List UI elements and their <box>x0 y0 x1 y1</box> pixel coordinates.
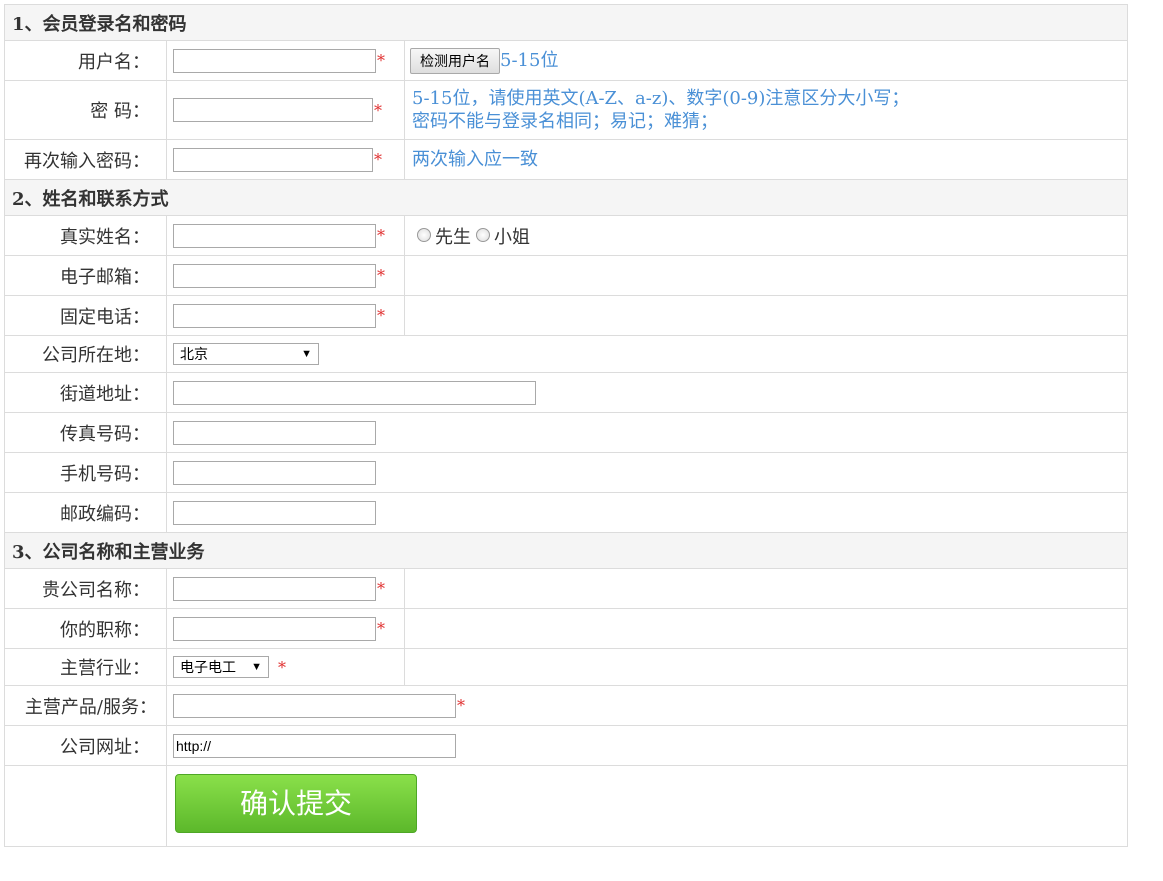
company-location-select[interactable]: 北京 ▼ <box>173 343 319 365</box>
industry-required-mark: * <box>278 657 286 677</box>
password-input[interactable] <box>173 98 373 122</box>
company-name-input[interactable] <box>173 576 376 601</box>
dropdown-arrow-icon: ▼ <box>301 348 312 360</box>
company-location-value: 北京 <box>180 346 208 362</box>
phone-cell: * <box>166 295 405 336</box>
submit-cell: 确认提交 <box>166 765 1128 847</box>
username-label: 用户名： <box>4 40 167 81</box>
gender-cell: 先生 小姐 <box>404 215 1128 256</box>
industry-empty-cell <box>404 648 1128 686</box>
password-hint-line1: 5-15位，请使用英文(A-Z、a-z)、数字(0-9)注意区分大小写； <box>412 88 910 109</box>
section-title-account: 1、会员登录名和密码 <box>4 4 1128 41</box>
postcode-cell <box>166 492 1128 533</box>
password-confirm-label: 再次输入密码： <box>4 139 167 180</box>
industry-label: 主营行业： <box>4 648 167 686</box>
fax-input[interactable] <box>173 420 376 445</box>
username-cell: * <box>166 40 405 81</box>
username-hint: 5-15位 <box>500 49 559 71</box>
phone-required-mark: * <box>377 306 385 325</box>
mobile-input[interactable] <box>173 460 376 485</box>
password-required-mark: * <box>374 100 382 120</box>
email-input[interactable] <box>173 263 376 288</box>
website-input[interactable] <box>173 733 456 758</box>
website-cell <box>166 725 1128 766</box>
job-title-label: 你的职称： <box>4 608 167 649</box>
submit-empty-cell <box>4 765 167 847</box>
street-cell <box>166 372 1128 413</box>
mobile-label: 手机号码： <box>4 452 167 493</box>
fax-cell <box>166 412 1128 453</box>
password-confirm-input[interactable] <box>173 147 373 172</box>
company-location-cell: 北京 ▼ <box>166 335 1128 373</box>
postcode-input[interactable] <box>173 500 376 525</box>
street-label: 街道地址： <box>4 372 167 413</box>
fax-label: 传真号码： <box>4 412 167 453</box>
phone-input[interactable] <box>173 303 376 328</box>
password-confirm-cell: * <box>166 139 405 180</box>
gender-female-label: 小姐 <box>494 226 530 248</box>
phone-empty-cell <box>404 295 1128 336</box>
email-empty-cell <box>404 255 1128 296</box>
username-required-mark: * <box>377 51 385 70</box>
products-cell: * <box>166 685 1128 726</box>
username-tip-cell: 检测用户名 5-15位 <box>404 40 1128 81</box>
dropdown-arrow-icon: ▼ <box>251 661 262 673</box>
check-username-button[interactable]: 检测用户名 <box>410 47 500 74</box>
products-input[interactable] <box>173 693 456 718</box>
email-required-mark: * <box>377 266 385 285</box>
password-hint-cell: 5-15位，请使用英文(A-Z、a-z)、数字(0-9)注意区分大小写； 密码不… <box>404 80 1128 140</box>
industry-value: 电子电工 <box>180 659 236 675</box>
real-name-label: 真实姓名： <box>4 215 167 256</box>
company-name-label: 贵公司名称： <box>4 568 167 609</box>
company-name-empty-cell <box>404 568 1128 609</box>
email-cell: * <box>166 255 405 296</box>
registration-form: 1、会员登录名和密码 用户名： * 检测用户名 5-15位 密 码： * 5-15… <box>4 4 1128 847</box>
company-name-cell: * <box>166 568 405 609</box>
job-title-input[interactable] <box>173 616 376 641</box>
mobile-cell <box>166 452 1128 493</box>
company-location-label: 公司所在地： <box>4 335 167 373</box>
website-label: 公司网址： <box>4 725 167 766</box>
submit-button[interactable]: 确认提交 <box>175 774 417 833</box>
real-name-input[interactable] <box>173 223 376 248</box>
job-title-cell: * <box>166 608 405 649</box>
products-label: 主营产品/服务： <box>4 685 167 726</box>
username-input[interactable] <box>173 48 376 73</box>
phone-label: 固定电话： <box>4 295 167 336</box>
password-confirm-hint: 两次输入应一致 <box>404 139 1128 180</box>
section-title-contact: 2、姓名和联系方式 <box>4 179 1128 216</box>
street-input[interactable] <box>173 380 536 405</box>
industry-select[interactable]: 电子电工 ▼ <box>173 656 269 678</box>
company-name-required-mark: * <box>377 579 385 598</box>
password-hint-line2: 密码不能与登录名相同；易记；难猜； <box>412 111 718 132</box>
gender-male-radio[interactable] <box>417 227 431 242</box>
gender-male-label: 先生 <box>435 226 471 248</box>
real-name-required-mark: * <box>377 226 385 245</box>
password-confirm-required-mark: * <box>374 150 382 169</box>
real-name-cell: * <box>166 215 405 256</box>
products-required-mark: * <box>457 696 465 715</box>
industry-cell: 电子电工 ▼ * <box>166 648 405 686</box>
password-cell: * <box>166 80 405 140</box>
section-title-company: 3、公司名称和主营业务 <box>4 532 1128 569</box>
job-title-empty-cell <box>404 608 1128 649</box>
gender-female-radio[interactable] <box>476 227 490 242</box>
email-label: 电子邮箱： <box>4 255 167 296</box>
job-title-required-mark: * <box>377 619 385 638</box>
password-label: 密 码： <box>4 80 167 140</box>
postcode-label: 邮政编码： <box>4 492 167 533</box>
